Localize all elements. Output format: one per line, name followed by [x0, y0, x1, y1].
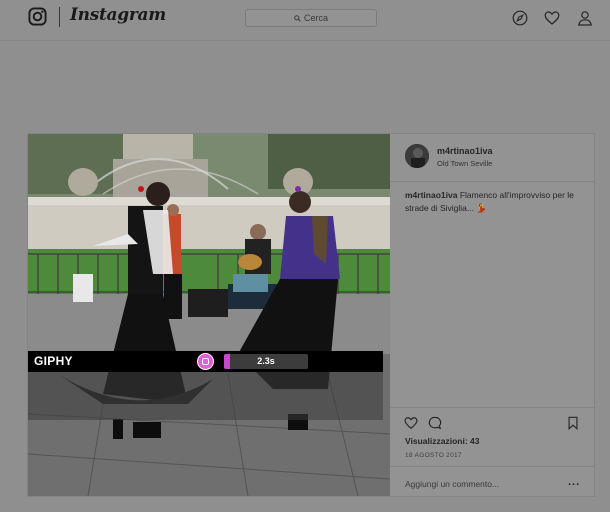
comment-input-row: Aggiungi un commento... ...	[390, 466, 594, 498]
like-heart-icon[interactable]	[404, 416, 418, 430]
post-media-video[interactable]: GIPHY 2.3s	[28, 134, 390, 496]
comment-input[interactable]: Aggiungi un commento...	[405, 479, 499, 489]
save-bookmark-icon[interactable]	[566, 416, 580, 430]
explore-compass-icon[interactable]	[512, 10, 528, 26]
giphy-overlay-panel	[28, 372, 383, 420]
avatar[interactable]	[405, 144, 429, 168]
comment-bubble-icon[interactable]	[428, 416, 442, 430]
recording-duration: 2.3s	[257, 356, 275, 366]
avatar-image	[405, 144, 429, 168]
post-username[interactable]: m4rtinao1iva	[437, 146, 493, 156]
activity-heart-icon[interactable]	[544, 10, 560, 26]
post-actions-section: Visualizzazioni: 43 18 AGOSTO 2017 Aggiu…	[390, 407, 594, 497]
views-count[interactable]: Visualizzazioni: 43	[405, 436, 479, 446]
giphy-recording-bar: GIPHY 2.3s	[28, 351, 383, 372]
post-header: m4rtinao1iva Old Town Seville	[390, 134, 594, 182]
post-location[interactable]: Old Town Seville	[437, 159, 492, 168]
top-navigation-bar: Instagram Cerca	[0, 0, 610, 41]
stop-icon	[202, 358, 209, 365]
search-icon	[294, 15, 301, 22]
post-date: 18 AGOSTO 2017	[405, 452, 462, 459]
recording-timeline[interactable]: 2.3s	[224, 354, 308, 369]
search-input[interactable]: Cerca	[245, 9, 377, 27]
record-stop-button[interactable]	[197, 353, 214, 370]
giphy-logo: GIPHY	[34, 354, 73, 368]
search-placeholder: Cerca	[303, 13, 328, 23]
post-caption: m4rtinao1iva Flamenco all'improvviso per…	[405, 189, 585, 215]
instagram-camera-icon[interactable]	[28, 7, 47, 26]
instagram-wordmark[interactable]: Instagram	[70, 5, 166, 25]
more-options-button[interactable]: ...	[568, 476, 580, 488]
caption-username[interactable]: m4rtinao1iva	[405, 190, 457, 200]
logo-divider	[59, 7, 60, 27]
post-card: GIPHY 2.3s m4rtinao1iva Old Town Seville	[27, 133, 595, 497]
post-sidebar: m4rtinao1iva Old Town Seville m4rtinao1i…	[390, 134, 594, 496]
profile-icon[interactable]	[577, 10, 593, 26]
flamenco-street-scene	[28, 134, 390, 496]
